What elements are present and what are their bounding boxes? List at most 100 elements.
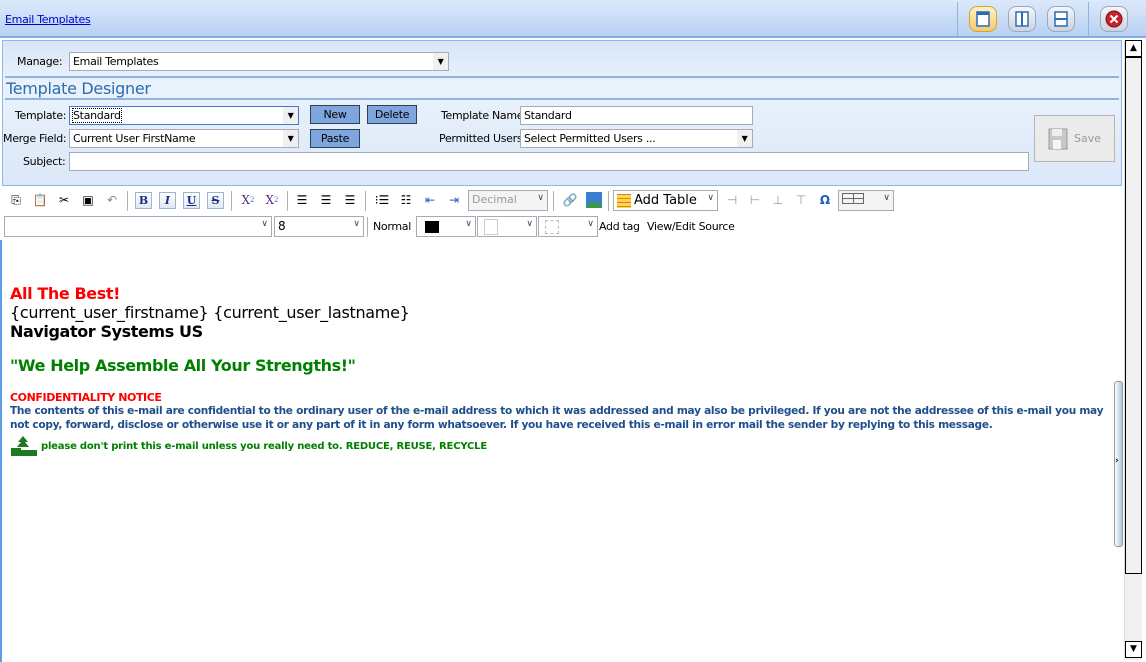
scroll-thumb[interactable] bbox=[1125, 57, 1142, 574]
breadcrumb-email-templates[interactable]: Email Templates bbox=[5, 13, 91, 26]
divider bbox=[5, 76, 1119, 78]
bullet-list-icon[interactable]: ⁝☰ bbox=[372, 190, 392, 210]
divider bbox=[127, 191, 128, 211]
chevron-down-icon: ▼ bbox=[283, 107, 298, 124]
subscript-icon[interactable]: X2 bbox=[238, 190, 258, 210]
chevron-down-icon: ▼ bbox=[283, 130, 298, 147]
merge-name-line: {current_user_firstname} {current_user_l… bbox=[10, 303, 410, 322]
panel-splitter-handle[interactable]: › bbox=[1114, 381, 1123, 547]
undo-icon[interactable]: ↶ bbox=[102, 190, 122, 210]
paste-button[interactable]: Paste bbox=[310, 129, 360, 148]
divider bbox=[367, 217, 368, 237]
layout-rows-button[interactable] bbox=[1047, 6, 1075, 32]
split-cell-icon[interactable]: ⊥ bbox=[768, 190, 788, 210]
chevron-down-icon: ∨ bbox=[465, 219, 472, 229]
layout-columns-button[interactable] bbox=[1008, 6, 1036, 32]
eco-message: please don't print this e-mail unless yo… bbox=[41, 441, 487, 452]
merge-field-value: Current User FirstName bbox=[73, 132, 196, 145]
numbered-list-icon[interactable]: ☷ bbox=[396, 190, 416, 210]
template-panel: Manage: Email Templates ▼ Template Design… bbox=[2, 40, 1122, 186]
template-select[interactable]: Standard ▼ bbox=[69, 106, 299, 125]
divider bbox=[5, 98, 1119, 100]
tree-icon bbox=[11, 436, 37, 456]
chevron-down-icon: ▼ bbox=[433, 53, 448, 70]
align-center-icon[interactable]: ☰ bbox=[316, 190, 336, 210]
grid-icon bbox=[842, 193, 864, 204]
table-icon bbox=[617, 194, 631, 208]
border-icon bbox=[545, 220, 559, 234]
underline-button[interactable]: U bbox=[183, 192, 200, 209]
chevron-right-icon: › bbox=[1115, 456, 1119, 466]
outdent-icon[interactable]: ⇤ bbox=[420, 190, 440, 210]
editor-toolbar: ⎘ 📋 ✂ ▣ ↶ B I U S X2 X2 ☰ ☰ ☰ ⁝☰ ☷ ⇤ ⇥ D… bbox=[0, 187, 1122, 239]
format-block-select[interactable]: Normal bbox=[373, 220, 411, 233]
merge-field-select[interactable]: Current User FirstName ▼ bbox=[69, 129, 299, 148]
add-tag-button[interactable]: Add tag bbox=[599, 220, 640, 233]
chevron-down-icon: ∨ bbox=[587, 219, 594, 229]
list-style-value: Decimal bbox=[472, 193, 517, 206]
image-icon bbox=[586, 192, 602, 208]
delete-button[interactable]: Delete bbox=[367, 105, 417, 124]
subject-input[interactable] bbox=[69, 152, 1029, 171]
insert-column-icon[interactable]: ⊣ bbox=[722, 190, 742, 210]
divider bbox=[608, 191, 609, 211]
font-color-select[interactable]: ∨ bbox=[416, 216, 476, 237]
scroll-up-button[interactable]: ▲ bbox=[1125, 40, 1142, 57]
permitted-users-value: Select Permitted Users ... bbox=[524, 132, 656, 145]
save-button[interactable]: Save bbox=[1034, 115, 1115, 162]
closing-text: All The Best! bbox=[10, 284, 120, 303]
paste-icon[interactable]: 📋 bbox=[30, 190, 50, 210]
subject-label: Subject: bbox=[23, 155, 66, 168]
strikethrough-button[interactable]: S bbox=[207, 192, 224, 209]
vertical-scrollbar[interactable]: ▲ ▼ bbox=[1124, 40, 1142, 660]
title-bar: Email Templates bbox=[0, 0, 1146, 38]
font-family-select[interactable]: ∨ bbox=[4, 216, 272, 237]
link-icon[interactable]: 🔗 bbox=[560, 190, 580, 210]
permitted-users-select[interactable]: Select Permitted Users ... ▼ bbox=[520, 129, 753, 148]
divider bbox=[287, 191, 288, 211]
indent-icon[interactable]: ⇥ bbox=[444, 190, 464, 210]
divider bbox=[1088, 2, 1089, 36]
chevron-down-icon: ∨ bbox=[883, 193, 890, 203]
copy-icon[interactable]: ⎘ bbox=[6, 190, 26, 210]
add-table-select[interactable]: Add Table ∨ bbox=[613, 190, 718, 211]
layout-single-button[interactable] bbox=[969, 6, 997, 32]
template-name-input[interactable]: Standard bbox=[520, 106, 753, 125]
special-character-icon[interactable]: Ω bbox=[815, 190, 835, 210]
add-table-label: Add Table bbox=[634, 193, 697, 208]
font-size-value: 8 bbox=[278, 219, 286, 233]
background-color-select[interactable]: ∨ bbox=[477, 216, 537, 237]
italic-button[interactable]: I bbox=[159, 192, 176, 209]
align-left-icon[interactable]: ☰ bbox=[292, 190, 312, 210]
notice-title: CONFIDENTIALITY NOTICE bbox=[10, 391, 162, 404]
manage-select[interactable]: Email Templates ▼ bbox=[69, 52, 449, 71]
border-select[interactable]: ∨ bbox=[538, 216, 598, 237]
paste-special-icon[interactable]: ▣ bbox=[78, 190, 98, 210]
divider bbox=[365, 191, 366, 211]
table-grid-select[interactable]: ∨ bbox=[838, 190, 894, 211]
font-size-select[interactable]: 8 ∨ bbox=[274, 216, 364, 237]
merge-cell-icon[interactable]: ⊤ bbox=[791, 190, 811, 210]
align-right-icon[interactable]: ☰ bbox=[340, 190, 360, 210]
cut-icon[interactable]: ✂ bbox=[54, 190, 74, 210]
merge-field-label: Merge Field: bbox=[3, 132, 67, 145]
template-value: Standard bbox=[72, 108, 122, 123]
divider bbox=[957, 2, 958, 36]
list-style-select[interactable]: Decimal ∨ bbox=[468, 190, 548, 211]
view-source-button[interactable]: View/Edit Source bbox=[647, 220, 735, 233]
close-button[interactable] bbox=[1100, 6, 1128, 32]
insert-row-icon[interactable]: ⊢ bbox=[745, 190, 765, 210]
bold-button[interactable]: B bbox=[135, 192, 152, 209]
chevron-down-icon: ∨ bbox=[707, 193, 714, 203]
color-swatch bbox=[484, 219, 498, 235]
editor-content[interactable]: All The Best! {current_user_firstname} {… bbox=[0, 240, 1116, 662]
chevron-down-icon: ∨ bbox=[537, 193, 544, 203]
chevron-down-icon: ∨ bbox=[261, 219, 268, 229]
layout-single-icon bbox=[976, 11, 990, 27]
image-icon[interactable] bbox=[584, 190, 604, 210]
superscript-icon[interactable]: X2 bbox=[262, 190, 282, 210]
save-label: Save bbox=[1073, 132, 1101, 145]
scroll-down-button[interactable]: ▼ bbox=[1125, 641, 1142, 658]
new-button[interactable]: New bbox=[310, 105, 360, 124]
template-name-label: Template Name bbox=[441, 109, 524, 122]
